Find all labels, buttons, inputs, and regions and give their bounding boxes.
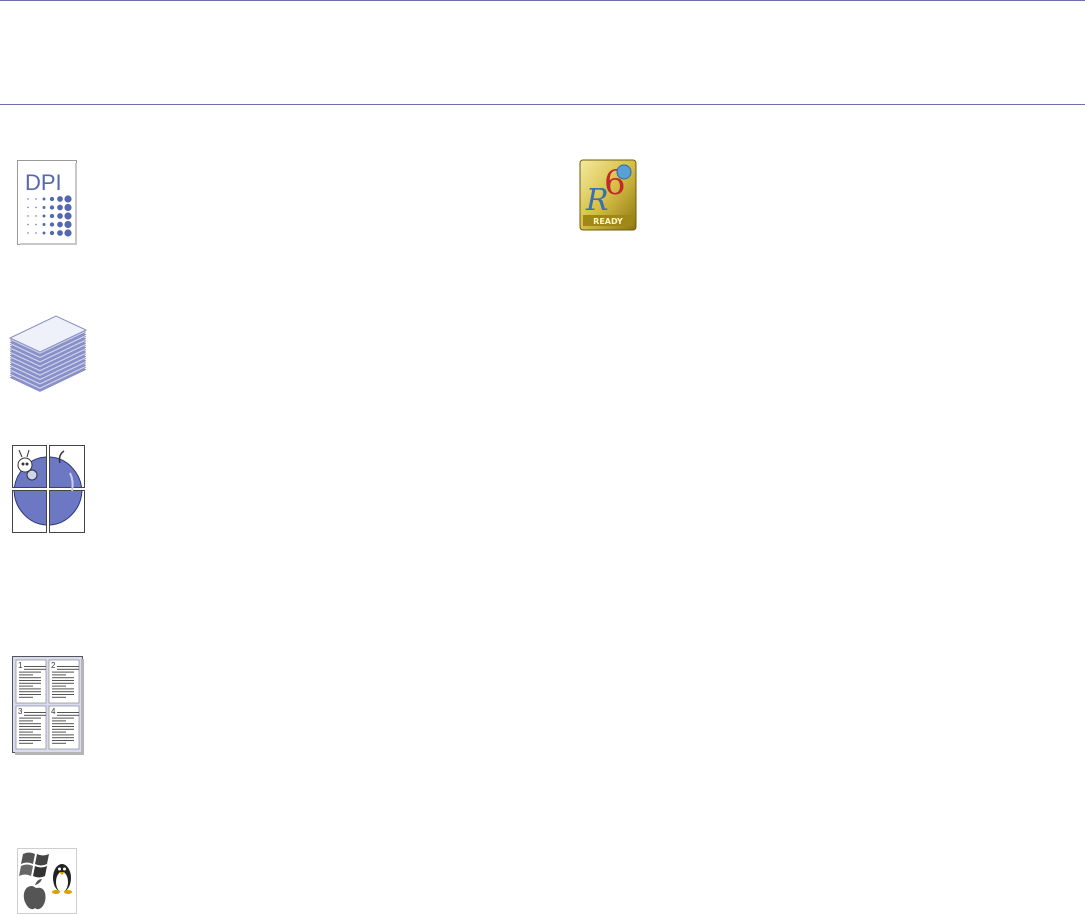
paper-stack-icon: [8, 310, 88, 392]
page-number: 4: [51, 707, 56, 716]
page-number: 2: [51, 661, 56, 670]
ipv6-ready-icon: R 6 READY: [579, 159, 637, 231]
header-top-rule: [0, 0, 1085, 1]
header-bottom-rule: [0, 104, 1085, 105]
poster-apple-icon: [12, 445, 86, 533]
os-support-icon: [17, 848, 77, 914]
page-number: 1: [18, 661, 23, 670]
ipv6-ready-label: READY: [593, 217, 623, 226]
dpi-label: DPI: [25, 170, 62, 195]
n-up-pages-icon: 1 2 3 4: [11, 655, 85, 755]
page-number: 3: [18, 707, 23, 716]
dpi-icon: DPI: [17, 160, 77, 245]
